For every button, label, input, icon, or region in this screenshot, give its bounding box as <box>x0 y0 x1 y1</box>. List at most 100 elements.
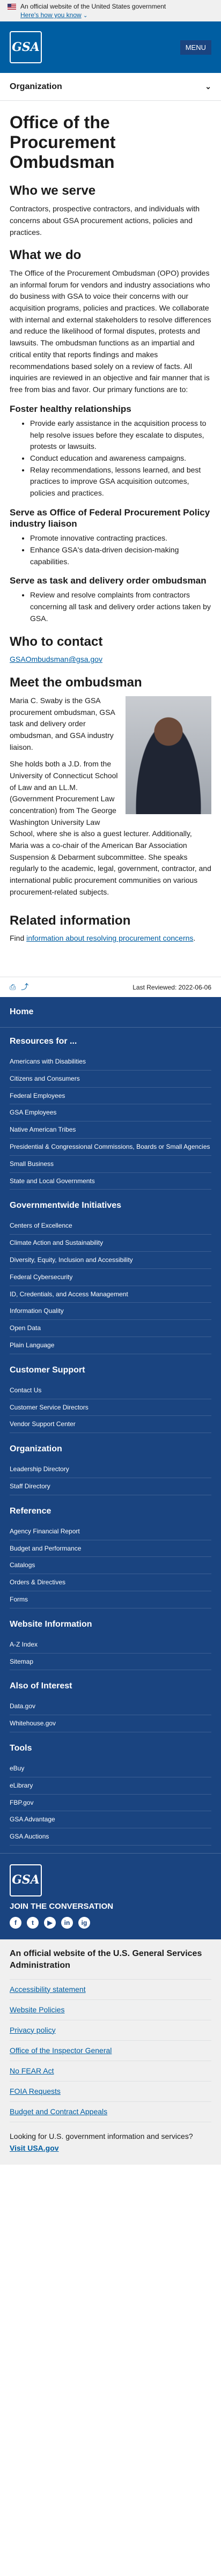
print-icon[interactable]: ⎙ <box>10 981 16 993</box>
footer-section-heading[interactable]: Website Information <box>10 1618 211 1631</box>
footer-link[interactable]: eBuy <box>10 1765 24 1772</box>
resolving-concerns-link[interactable]: information about resolving procurement … <box>26 934 193 942</box>
footer-link[interactable]: Open Data <box>10 1324 41 1332</box>
footer-link[interactable]: ID, Credentials, and Access Management <box>10 1290 128 1298</box>
footer-link[interactable]: Small Business <box>10 1160 54 1168</box>
footer-link[interactable]: Budget and Performance <box>10 1545 81 1552</box>
footer-section-heading[interactable]: Resources for ... <box>10 1035 211 1048</box>
meet-heading: Meet the ombudsman <box>10 675 142 690</box>
chevron-down-icon: ⌄ <box>83 13 88 19</box>
gsa-logo[interactable]: GSA <box>10 31 42 63</box>
social-icons: f t ▶ in ig <box>10 1917 211 1929</box>
related-heading: Related information <box>10 913 131 928</box>
footer-link[interactable]: A-Z Index <box>10 1641 38 1648</box>
footer-link[interactable]: Customer Service Directors <box>10 1404 89 1411</box>
footer-link[interactable]: FBP.gov <box>10 1799 33 1806</box>
gov-banner-text: An official website of the United States… <box>20 3 166 10</box>
footer-section-heading[interactable]: Governmentwide Initiatives <box>10 1199 211 1212</box>
who-we-serve-text: Contractors, prospective contractors, an… <box>10 204 200 237</box>
footer-link[interactable]: Vendor Support Center <box>10 1420 76 1428</box>
footer-link[interactable]: Native American Tribes <box>10 1126 76 1133</box>
twitter-icon[interactable]: t <box>27 1917 39 1929</box>
footer-link[interactable]: Plain Language <box>10 1341 54 1349</box>
footer-link[interactable]: GSA Auctions <box>10 1833 49 1840</box>
footer-section-heading[interactable]: Also of Interest <box>10 1680 211 1693</box>
identifier-link[interactable]: Privacy policy <box>10 2026 56 2034</box>
section-nav-label: Organization <box>10 82 62 91</box>
footer-section: Organization Leadership Directory Staff Di… <box>0 1435 221 1497</box>
identifier-links: Accessibility statement Website Policies P… <box>10 1979 211 2122</box>
task-order-list: Review and resolve complaints from contr… <box>10 589 211 624</box>
last-reviewed: Last Reviewed: 2022-06-06 <box>132 983 211 991</box>
footer-link[interactable]: Diversity, Equity, Inclusion and Accessi… <box>10 1256 133 1264</box>
identifier-link[interactable]: Budget and Contract Appeals <box>10 2107 107 2116</box>
footer-section-heading[interactable]: Organization <box>10 1443 211 1456</box>
site-header: GSA MENU <box>0 21 221 73</box>
list-item: Conduct education and awareness campaign… <box>30 453 211 464</box>
footer-link[interactable]: Data.gov <box>10 1702 35 1710</box>
youtube-icon[interactable]: ▶ <box>44 1917 56 1929</box>
footer-link[interactable]: Americans with Disabilities <box>10 1058 86 1065</box>
list-item: Enhance GSA's data-driven decision-makin… <box>30 544 211 567</box>
footer-link[interactable]: State and Local Governments <box>10 1177 95 1185</box>
footer-link[interactable]: Federal Cybersecurity <box>10 1273 72 1281</box>
share-bar: ⎙ ⤴ Last Reviewed: 2022-06-06 <box>0 977 221 997</box>
menu-button[interactable]: MENU <box>180 40 211 55</box>
footer-link[interactable]: Climate Action and Sustainability <box>10 1239 103 1246</box>
footer-link[interactable]: Staff Directory <box>10 1482 50 1490</box>
footer-link[interactable]: GSA Advantage <box>10 1815 55 1823</box>
who-we-serve-heading: Who we serve <box>10 183 96 198</box>
footer-link[interactable]: Presidential & Congressional Commissions… <box>10 1143 210 1150</box>
contact-email-link[interactable]: GSAOmbudsman@gsa.gov <box>10 655 102 663</box>
agency-statement: An official website of the U.S. General … <box>10 1949 202 1970</box>
footer-link[interactable]: Information Quality <box>10 1307 64 1315</box>
usa-gov-link[interactable]: Visit USA.gov <box>10 2144 59 2152</box>
linkedin-icon[interactable]: in <box>61 1917 73 1929</box>
footer-link[interactable]: Sitemap <box>10 1658 33 1665</box>
footer-link[interactable]: Agency Financial Report <box>10 1527 80 1535</box>
list-item: Provide early assistance in the acquisit… <box>30 418 211 453</box>
footer-section: Governmentwide Initiatives Centers of Exc… <box>0 1192 221 1356</box>
gsa-logo[interactable]: GSA <box>10 1864 42 1896</box>
identifier-link[interactable]: FOIA Requests <box>10 2087 61 2095</box>
related-text: Find information about resolving procure… <box>10 934 196 943</box>
gov-banner: An official website of the United States… <box>0 0 221 21</box>
share-icon[interactable]: ⤴ <box>21 981 28 993</box>
footer-home-link[interactable]: Home <box>0 997 221 1028</box>
footer-link[interactable]: Orders & Directives <box>10 1578 65 1586</box>
footer-section: Website Information A-Z Index Sitemap <box>0 1611 221 1673</box>
footer-section-heading[interactable]: Tools <box>10 1742 211 1755</box>
footer-link[interactable]: Federal Employees <box>10 1092 65 1099</box>
instagram-icon[interactable]: ig <box>78 1917 90 1929</box>
footer-link[interactable]: Whitehouse.gov <box>10 1719 56 1727</box>
footer-section: Also of Interest Data.gov Whitehouse.gov <box>0 1672 221 1734</box>
foster-list: Provide early assistance in the acquisit… <box>10 418 211 499</box>
join-conversation: JOIN THE CONVERSATION <box>10 1901 114 1911</box>
footer-link[interactable]: Contact Us <box>10 1386 41 1394</box>
footer-section-heading[interactable]: Reference <box>10 1505 211 1518</box>
us-flag-icon <box>8 3 16 10</box>
who-to-contact-heading: Who to contact <box>10 634 103 649</box>
footer-link[interactable]: Centers of Excellence <box>10 1222 72 1229</box>
what-we-do-heading: What we do <box>10 248 82 263</box>
footer-section: Tools eBuy eLibrary FBP.gov GSA Advantage GSA… <box>0 1734 221 1848</box>
facebook-icon[interactable]: f <box>10 1917 21 1929</box>
identifier-link[interactable]: Website Policies <box>10 2005 64 2014</box>
footer-link[interactable]: Forms <box>10 1596 28 1603</box>
footer-link[interactable]: Citizens and Consumers <box>10 1075 80 1082</box>
heres-how-you-know-link[interactable]: Here's how you know <box>20 11 82 19</box>
identifier-link[interactable]: Accessibility statement <box>10 1985 86 1994</box>
footer-link[interactable]: eLibrary <box>10 1782 33 1789</box>
identifier-link[interactable]: Office of the Inspector General <box>10 2046 112 2055</box>
identifier: An official website of the U.S. General … <box>0 1939 221 2165</box>
footer-link[interactable]: Leadership Directory <box>10 1465 69 1473</box>
section-nav-toggle[interactable]: Organization ⌄ <box>0 73 221 101</box>
footer-link[interactable]: GSA Employees <box>10 1109 56 1116</box>
footer-section-heading[interactable]: Customer Support <box>10 1364 211 1377</box>
ombudsman-bio: Maria C. Swaby is the GSA procurement om… <box>10 695 211 904</box>
list-item: Review and resolve complaints from contr… <box>30 589 211 624</box>
identifier-link[interactable]: No FEAR Act <box>10 2066 54 2075</box>
footer-link[interactable]: Catalogs <box>10 1561 35 1569</box>
footer-section: Reference Agency Financial Report Budget a… <box>0 1497 221 1611</box>
foster-heading: Foster healthy relationships <box>10 403 131 414</box>
